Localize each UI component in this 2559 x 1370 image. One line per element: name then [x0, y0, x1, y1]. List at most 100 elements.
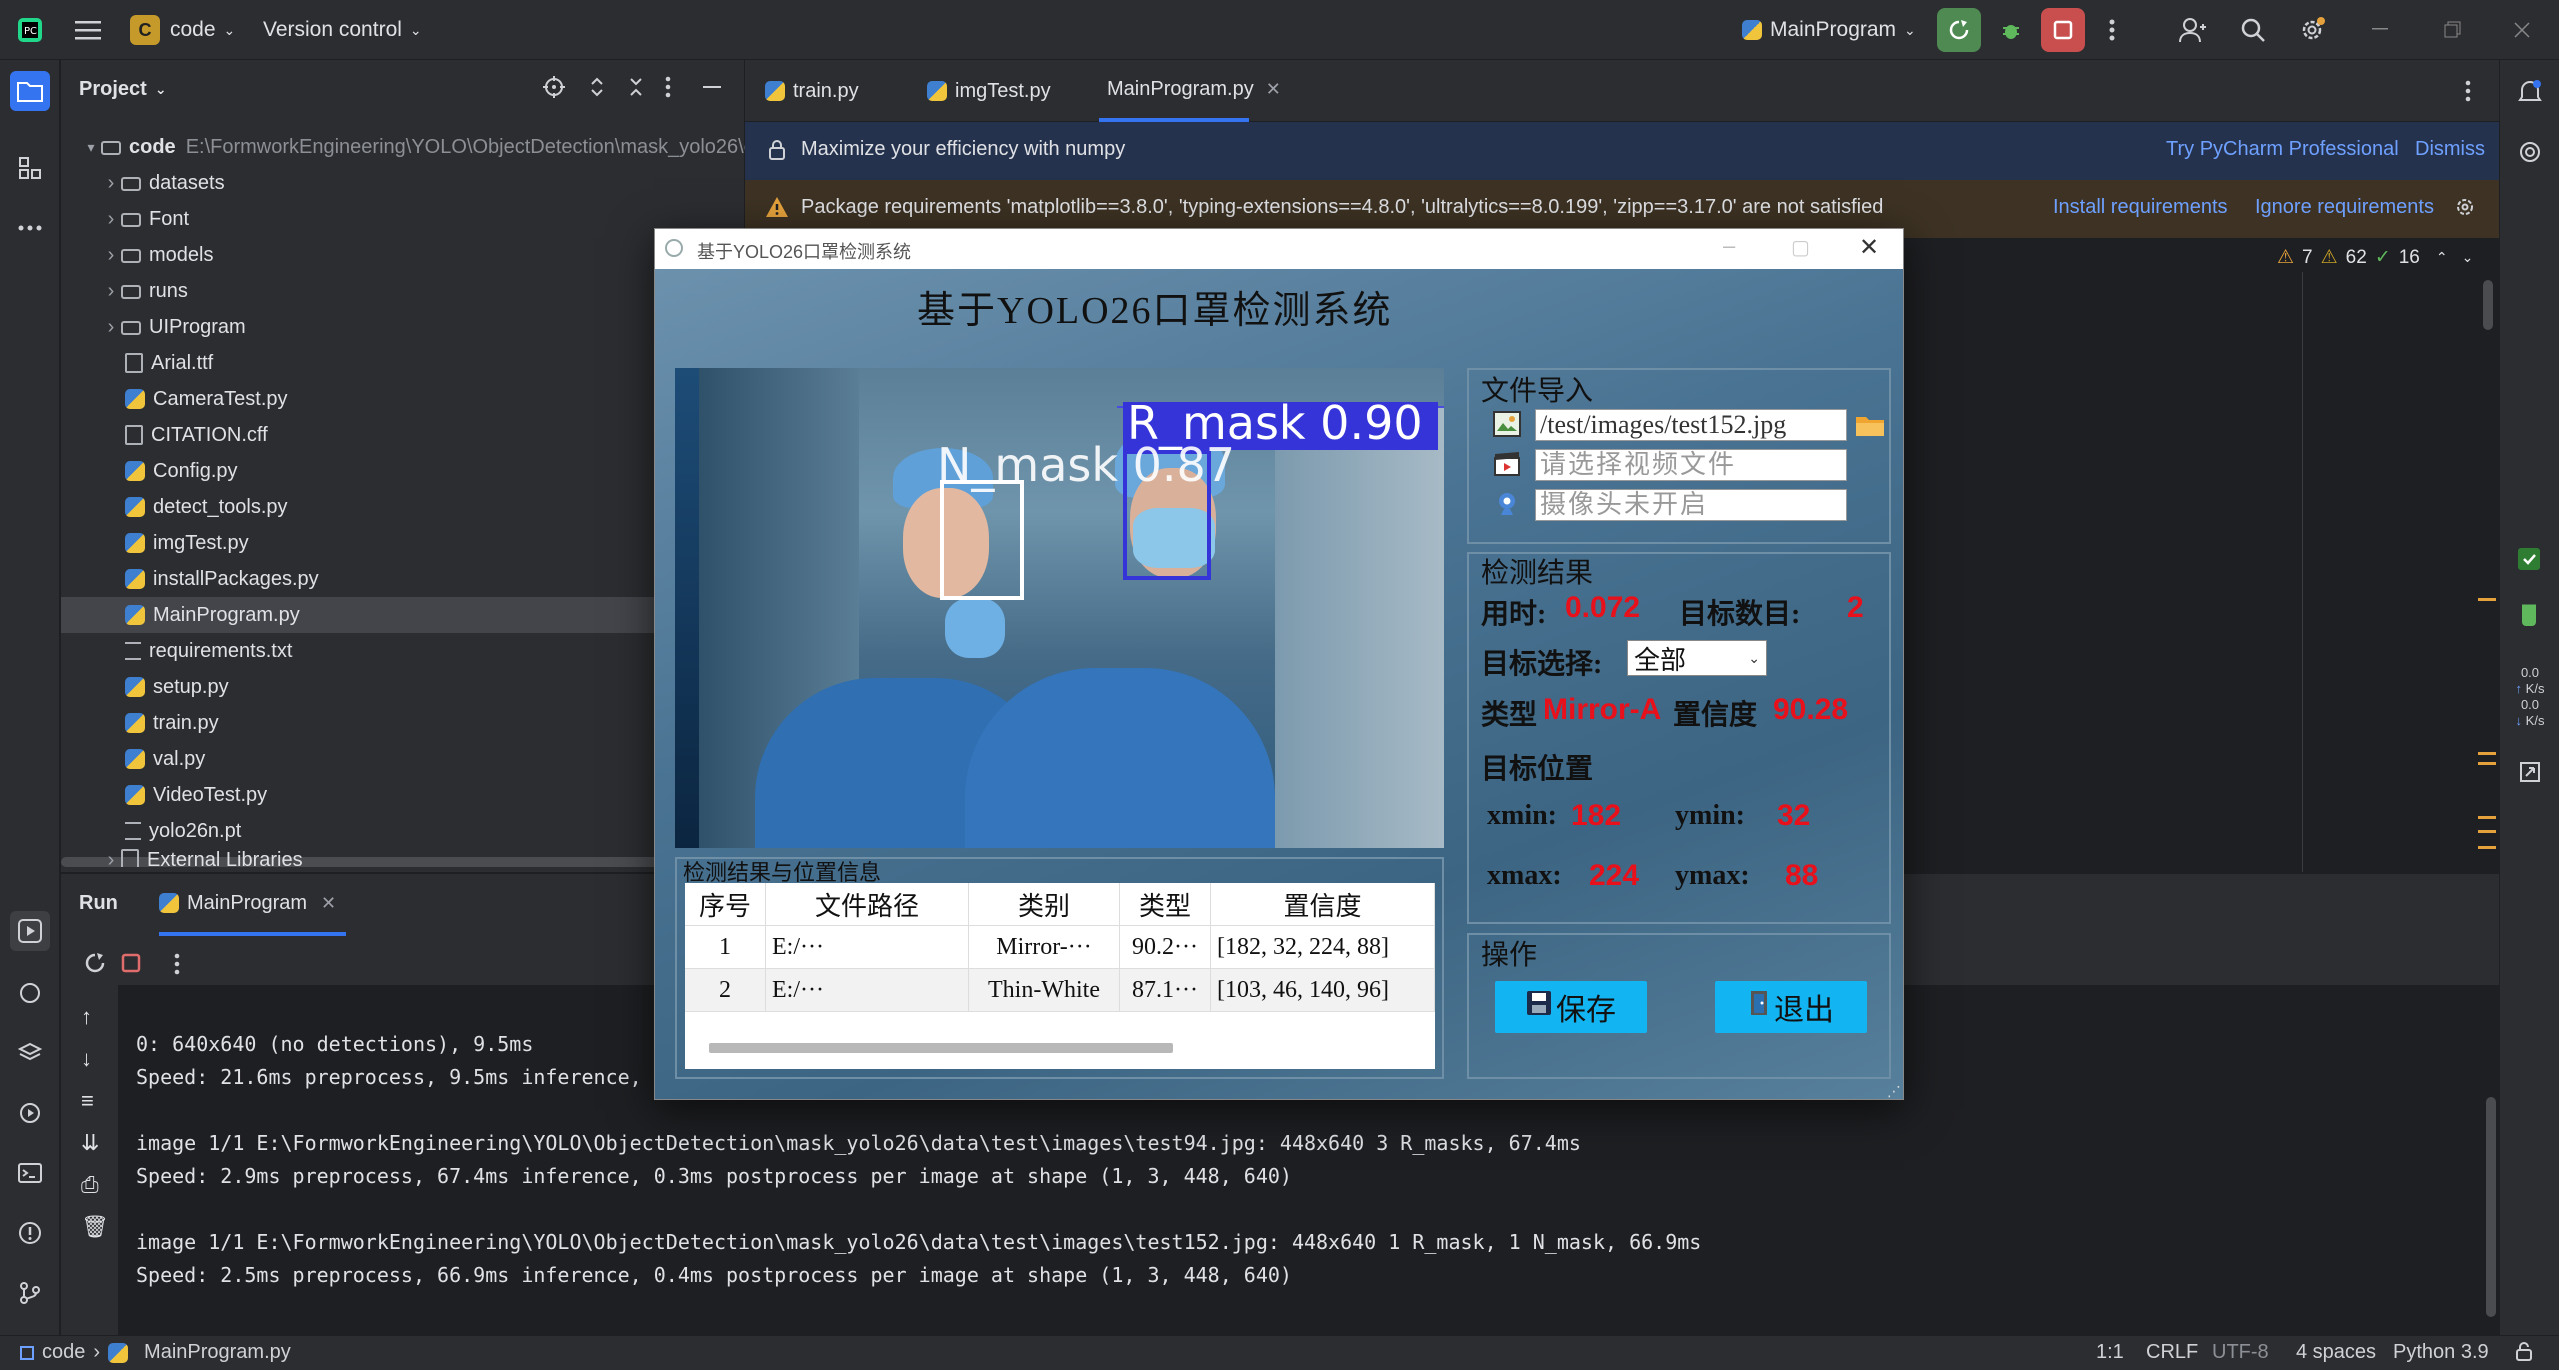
chevron-right-icon[interactable]: › [101, 280, 121, 303]
caret-position[interactable]: 1:1 [2096, 1341, 2124, 1364]
chevron-right-icon[interactable]: › [101, 849, 121, 867]
rerun-button[interactable] [1937, 8, 1981, 52]
save-button[interactable]: 保存 [1495, 981, 1647, 1033]
editor-scrollbar[interactable] [2483, 280, 2493, 330]
table-row[interactable]: 1 E:/··· Mirror-··· 90.2··· [182, 32, 22… [685, 925, 1435, 969]
close-window-icon[interactable] [2500, 8, 2544, 52]
chevron-right-icon[interactable]: › [101, 172, 121, 195]
print-icon[interactable]: ⎙ [81, 1172, 109, 1198]
settings-gear-icon[interactable] [2454, 196, 2476, 224]
column-header[interactable]: 类别 [968, 883, 1120, 926]
camera-status-input[interactable]: 摄像头未开启 [1535, 489, 1847, 521]
minimize-window-icon[interactable]: – [1723, 233, 1735, 259]
video-file-icon[interactable] [1493, 451, 1521, 477]
image-path-input[interactable]: /test/images/test152.jpg [1535, 409, 1847, 441]
lock-icon[interactable] [2515, 1342, 2533, 1368]
structure-icon[interactable] [10, 148, 50, 188]
column-header[interactable]: 类型 [1119, 883, 1211, 926]
chevron-right-icon[interactable]: › [101, 244, 121, 267]
resize-grip-icon[interactable]: ⋰ [1887, 1083, 1901, 1100]
layers-icon[interactable] [10, 1033, 50, 1073]
options-icon[interactable] [665, 76, 675, 98]
console-scrollbar[interactable] [2486, 1097, 2496, 1317]
crop-icon[interactable] [2510, 752, 2550, 792]
maximize-window-icon[interactable]: ▢ [1791, 235, 1810, 260]
dismiss-link[interactable]: Dismiss [2415, 138, 2485, 161]
breadcrumb-item[interactable]: MainProgram.py [144, 1341, 291, 1364]
chevron-up-icon[interactable]: ⌃ [2436, 249, 2448, 266]
hide-panel-icon[interactable] [701, 76, 723, 98]
tab-train-py[interactable]: train.py [765, 60, 859, 122]
chevron-right-icon[interactable]: › [101, 208, 121, 231]
tab-imgtest-py[interactable]: imgTest.py [927, 60, 1051, 122]
indent-setting[interactable]: 4 spaces [2296, 1341, 2376, 1364]
scroll-to-end-icon[interactable]: ⇊ [81, 1130, 109, 1156]
minimize-window-icon[interactable] [2360, 8, 2404, 52]
column-header[interactable]: 序号 [685, 883, 766, 926]
stop-icon[interactable] [121, 953, 141, 979]
search-icon[interactable] [2231, 8, 2275, 52]
close-window-icon[interactable]: ✕ [1859, 233, 1879, 262]
run-tab[interactable]: MainProgram ✕ [159, 874, 347, 936]
notifications-icon[interactable] [2510, 72, 2550, 112]
tab-options-icon[interactable] [2465, 80, 2475, 102]
trash-icon[interactable]: 🗑 [81, 1214, 109, 1240]
soft-wrap-icon[interactable]: ≡ [81, 1088, 109, 1114]
expand-all-icon[interactable] [586, 76, 608, 98]
chevron-down-icon[interactable]: ⌄ [2462, 249, 2474, 266]
file-encoding[interactable]: UTF-8 [2212, 1341, 2269, 1364]
run-config-selector[interactable]: MainProgram ⌄ [1742, 0, 1916, 60]
more-actions-icon[interactable] [174, 953, 180, 981]
services-icon[interactable] [10, 1093, 50, 1133]
git-branch-icon[interactable] [10, 1273, 50, 1313]
tree-item[interactable]: › datasets [61, 165, 784, 201]
table-scrollbar[interactable] [709, 1043, 1173, 1053]
video-path-input[interactable]: 请选择视频文件 [1535, 449, 1847, 481]
arrow-up-icon[interactable]: ↑ [81, 1004, 109, 1030]
close-tab-icon[interactable]: ✕ [1266, 79, 1281, 100]
stop-button[interactable] [2041, 8, 2085, 52]
python-console-icon[interactable] [10, 973, 50, 1013]
python-interpreter[interactable]: Python 3.9 [2393, 1341, 2489, 1364]
target-select-dropdown[interactable]: 全部 ⌄ [1627, 640, 1767, 676]
restore-window-icon[interactable] [2430, 8, 2474, 52]
tree-root[interactable]: ▾ code E:\FormworkEngineering\YOLO\Objec… [61, 129, 764, 165]
python-file-icon [125, 713, 145, 733]
inspection-widget[interactable]: ⚠ 7 ⚠ 62 ✓ 16 ⌃ ⌄ [2277, 246, 2473, 269]
table-row[interactable]: 2 E:/··· Thin-White 87.1··· [103, 46, 14… [685, 968, 1435, 1012]
exit-button[interactable]: 退出 [1715, 981, 1867, 1033]
problems-icon[interactable] [10, 1213, 50, 1253]
camera-icon[interactable] [1495, 491, 1519, 517]
try-professional-link[interactable]: Try PyCharm Professional [2166, 138, 2399, 161]
debug-icon[interactable] [1989, 8, 2033, 52]
locate-icon[interactable] [543, 76, 565, 98]
run-tool-icon[interactable] [10, 911, 50, 951]
open-folder-icon[interactable] [1855, 413, 1885, 437]
ai-assistant-icon[interactable] [2510, 132, 2550, 172]
install-requirements-link[interactable]: Install requirements [2053, 196, 2228, 219]
more-tools-icon[interactable] [10, 208, 50, 248]
line-separator[interactable]: CRLF [2146, 1341, 2198, 1364]
ignore-requirements-link[interactable]: Ignore requirements [2255, 196, 2434, 219]
close-tab-icon[interactable]: ✕ [321, 893, 336, 914]
image-file-icon[interactable] [1493, 411, 1521, 437]
results-table[interactable]: 序号 文件路径 类别 类型 置信度 1 E:/··· Mirror-··· 90… [685, 883, 1435, 1069]
column-header[interactable]: 文件路径 [765, 883, 969, 926]
column-header[interactable]: 置信度 [1210, 883, 1435, 926]
chevron-right-icon[interactable]: › [101, 316, 121, 339]
rerun-icon[interactable] [83, 951, 107, 981]
collapse-all-icon[interactable] [625, 76, 647, 98]
breadcrumb-item[interactable]: code [42, 1341, 85, 1364]
breadcrumb[interactable]: code › MainProgram.py [20, 1341, 291, 1364]
tab-mainprogram-py[interactable]: MainProgram.py ✕ [1099, 60, 1281, 122]
more-actions-icon[interactable] [2090, 8, 2134, 52]
arrow-down-icon[interactable]: ↓ [81, 1046, 109, 1072]
vcs-selector[interactable]: Version control ⌄ [263, 0, 422, 60]
main-menu-icon[interactable] [66, 8, 110, 52]
settings-gear-icon[interactable] [2290, 8, 2334, 52]
project-folder-icon[interactable] [10, 71, 50, 111]
add-user-icon[interactable] [2171, 8, 2215, 52]
terminal-icon[interactable] [10, 1153, 50, 1193]
project-selector[interactable]: C code ⌄ [130, 0, 235, 60]
project-panel-header[interactable]: Project ⌄ [79, 78, 167, 101]
